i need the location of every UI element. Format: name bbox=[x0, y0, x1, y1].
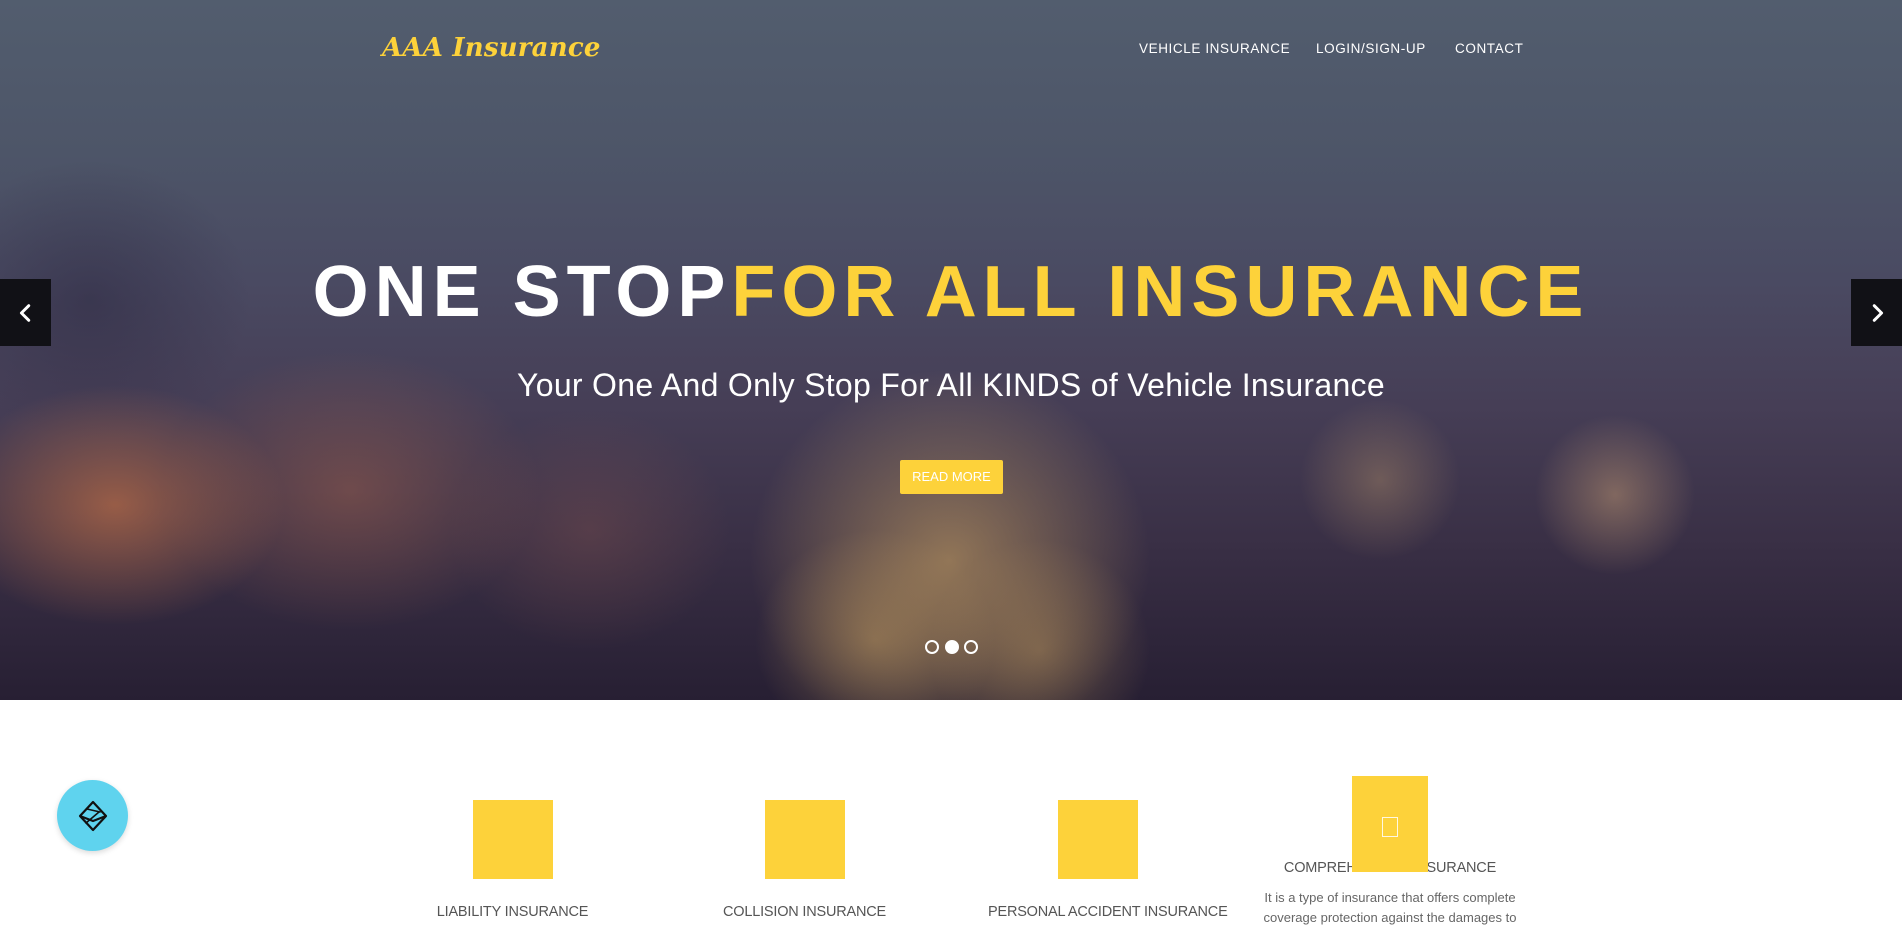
feature-title-personal-accident: PERSONAL ACCIDENT INSURANCE bbox=[988, 904, 1228, 920]
chevron-left-icon bbox=[19, 303, 30, 322]
feature-desc-comprehensive: It is a type of insurance that offers co… bbox=[1263, 890, 1517, 925]
logo[interactable]: AAA Insurance bbox=[382, 33, 601, 63]
hero-slider: AAA Insurance VEHICLE INSURANCE LOGIN/SI… bbox=[0, 0, 1902, 700]
nav-contact[interactable]: CONTACT bbox=[1455, 41, 1523, 56]
read-more-button[interactable]: READ MORE bbox=[900, 460, 1003, 494]
feature-title-collision: COLLISION INSURANCE bbox=[723, 904, 886, 920]
prev-slide-button[interactable] bbox=[0, 279, 51, 346]
personal-accident-insurance-icon-box bbox=[1058, 800, 1138, 879]
chevron-right-icon bbox=[1872, 303, 1883, 322]
floating-action-button[interactable] bbox=[57, 780, 128, 851]
cube-icon bbox=[78, 800, 107, 831]
nav-login-signup[interactable]: LOGIN/SIGN-UP bbox=[1316, 41, 1426, 56]
slide-dot-2[interactable] bbox=[945, 640, 959, 654]
feature-title-liability: LIABILITY INSURANCE bbox=[436, 904, 589, 920]
liability-insurance-icon-box bbox=[473, 800, 553, 879]
collision-insurance-icon-box bbox=[765, 800, 845, 879]
hero-headline: ONE STOPFOR ALL INSURANCE bbox=[0, 252, 1902, 332]
headline-yellow-part: FOR ALL INSURANCE bbox=[731, 252, 1590, 332]
headline-white-part: ONE STOP bbox=[312, 252, 732, 332]
nav-vehicle-insurance[interactable]: VEHICLE INSURANCE bbox=[1139, 41, 1290, 56]
missing-glyph-icon bbox=[1382, 817, 1398, 837]
slide-dot-1[interactable] bbox=[925, 640, 939, 654]
hero-subtitle: Your One And Only Stop For All KINDS of … bbox=[517, 367, 1385, 403]
slide-dot-3[interactable] bbox=[964, 640, 978, 654]
next-slide-button[interactable] bbox=[1851, 279, 1902, 346]
